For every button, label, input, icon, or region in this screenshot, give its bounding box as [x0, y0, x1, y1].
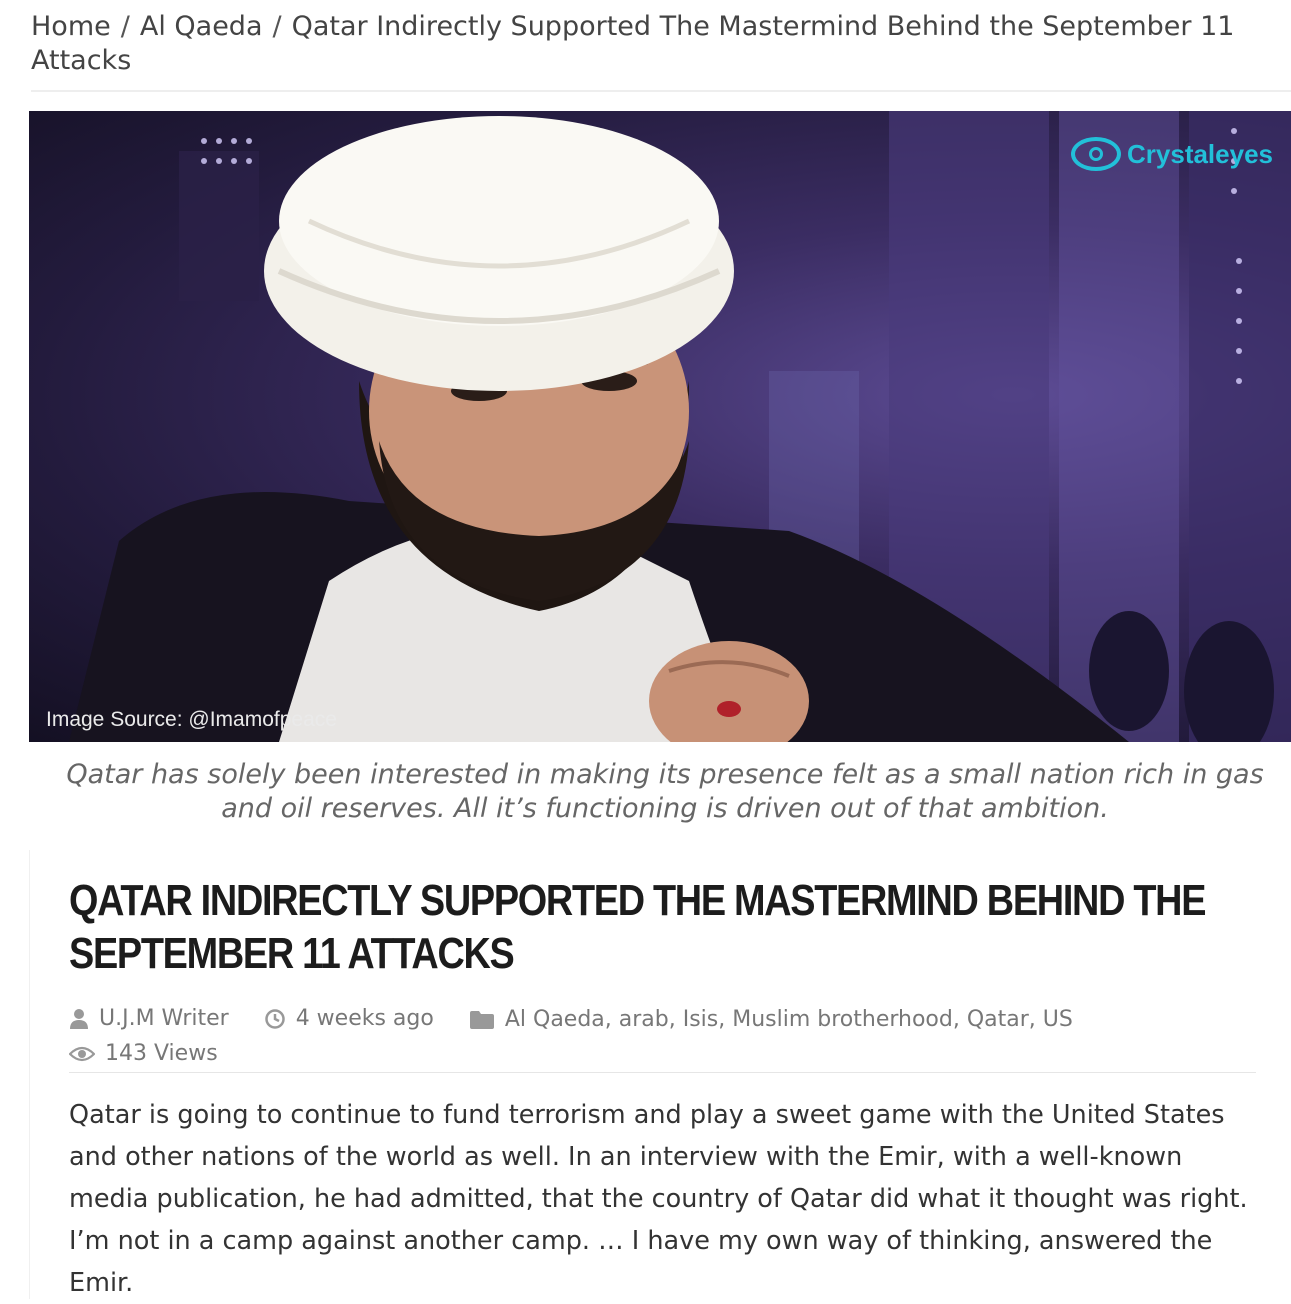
featured-image: Crystaleyes Image Source: @Imamofpeace — [29, 111, 1291, 742]
eye-logo-icon — [1071, 137, 1121, 171]
post-date: 4 weeks ago — [295, 1006, 434, 1031]
clock-icon — [264, 1009, 285, 1029]
user-icon — [70, 1009, 88, 1029]
meta-date: 4 weeks ago — [264, 1004, 434, 1034]
breadcrumb-home-link[interactable]: Home — [31, 11, 111, 42]
eye-icon — [69, 1046, 95, 1062]
breadcrumb-separator: / — [120, 11, 130, 42]
author-name: U.J.M Writer — [99, 1006, 229, 1031]
meta-author[interactable]: U.J.M Writer — [69, 1004, 229, 1034]
breadcrumb: Home / Al Qaeda / Qatar Indirectly Supported… — [31, 10, 1251, 78]
image-source-credit: Image Source: @Imamofpeace — [46, 708, 337, 731]
article-body-paragraph: Qatar is going to continue to fund terro… — [69, 1100, 1248, 1298]
breadcrumb-separator: / — [272, 11, 282, 42]
breadcrumb-divider — [31, 90, 1291, 92]
meta-divider — [69, 1072, 1256, 1073]
logo-text: Crystaleyes — [1127, 138, 1273, 169]
featured-photo — [69, 111, 1291, 742]
crystaleyes-logo: Crystaleyes — [1071, 137, 1273, 171]
folder-icon — [469, 1011, 494, 1029]
image-caption: Qatar has solely been interested in maki… — [66, 759, 1264, 824]
article-title: Qatar Indirectly Supported The Mastermin… — [69, 876, 1206, 978]
view-count: 143 Views — [105, 1041, 218, 1066]
article-meta: U.J.M Writer 4 weeks ago Al Qaeda, arab,… — [69, 1004, 1259, 1072]
meta-categories[interactable]: Al Qaeda, arab, Isis, Muslim brotherhood… — [469, 1005, 1073, 1035]
meta-views: 143 Views — [69, 1039, 218, 1069]
breadcrumb-category-link[interactable]: Al Qaeda — [140, 11, 263, 42]
category-list[interactable]: Al Qaeda, arab, Isis, Muslim brotherhood… — [505, 1005, 1073, 1035]
